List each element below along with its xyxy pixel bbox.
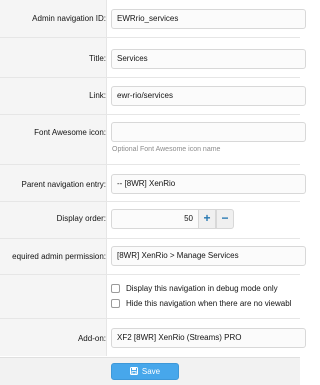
- admin-navigation-id-input[interactable]: EWRrio_services: [111, 9, 306, 29]
- title-input[interactable]: Services: [111, 49, 306, 69]
- row-divider: [0, 318, 300, 319]
- row-divider: [0, 164, 300, 165]
- addon-select[interactable]: XF2 [8WR] XenRio (Streams) PRO: [111, 328, 306, 348]
- save-button-label: Save: [141, 367, 161, 376]
- decrement-button[interactable]: −: [216, 209, 234, 229]
- increment-button[interactable]: +: [198, 209, 216, 229]
- hide-when-empty-checkbox[interactable]: [111, 299, 120, 308]
- navigation-edit-form: Admin navigation ID: EWRrio_services Tit…: [0, 0, 306, 385]
- plus-icon: +: [203, 211, 211, 225]
- admin-permission-label: equired admin permission:: [12, 252, 106, 261]
- parent-navigation-label: Parent navigation entry:: [21, 180, 107, 189]
- debug-mode-option-label: Display this navigation in debug mode on…: [126, 284, 278, 293]
- title-label: Title:: [88, 54, 106, 63]
- debug-mode-checkbox[interactable]: [111, 284, 120, 293]
- display-order-label: Display order:: [56, 214, 106, 223]
- minus-icon: −: [221, 211, 229, 225]
- row-divider: [0, 238, 300, 239]
- row-divider: [0, 201, 300, 202]
- row-divider: [0, 37, 300, 38]
- font-awesome-icon-hint: Optional Font Awesome icon name: [112, 146, 221, 153]
- floppy-disk-icon: [129, 367, 138, 375]
- admin-permission-select[interactable]: [8WR] XenRio > Manage Services: [111, 246, 306, 266]
- font-awesome-icon-input[interactable]: [111, 122, 306, 142]
- display-order-input[interactable]: 50: [111, 209, 198, 229]
- admin-navigation-id-label: Admin navigation ID:: [32, 14, 106, 23]
- hide-when-empty-option-label: Hide this navigation when there are no v…: [126, 299, 292, 308]
- row-divider: [0, 114, 300, 115]
- row-divider: [0, 274, 300, 275]
- save-button[interactable]: Save: [111, 363, 179, 380]
- link-input[interactable]: ewr-rio/services: [111, 86, 306, 106]
- form-footer: Save: [0, 357, 300, 385]
- link-label: Link:: [89, 91, 106, 100]
- row-divider: [0, 77, 300, 78]
- font-awesome-icon-label: Font Awesome icon:: [34, 128, 106, 137]
- addon-label: Add-on:: [77, 334, 106, 343]
- parent-navigation-select[interactable]: -- [8WR] XenRio: [111, 174, 306, 194]
